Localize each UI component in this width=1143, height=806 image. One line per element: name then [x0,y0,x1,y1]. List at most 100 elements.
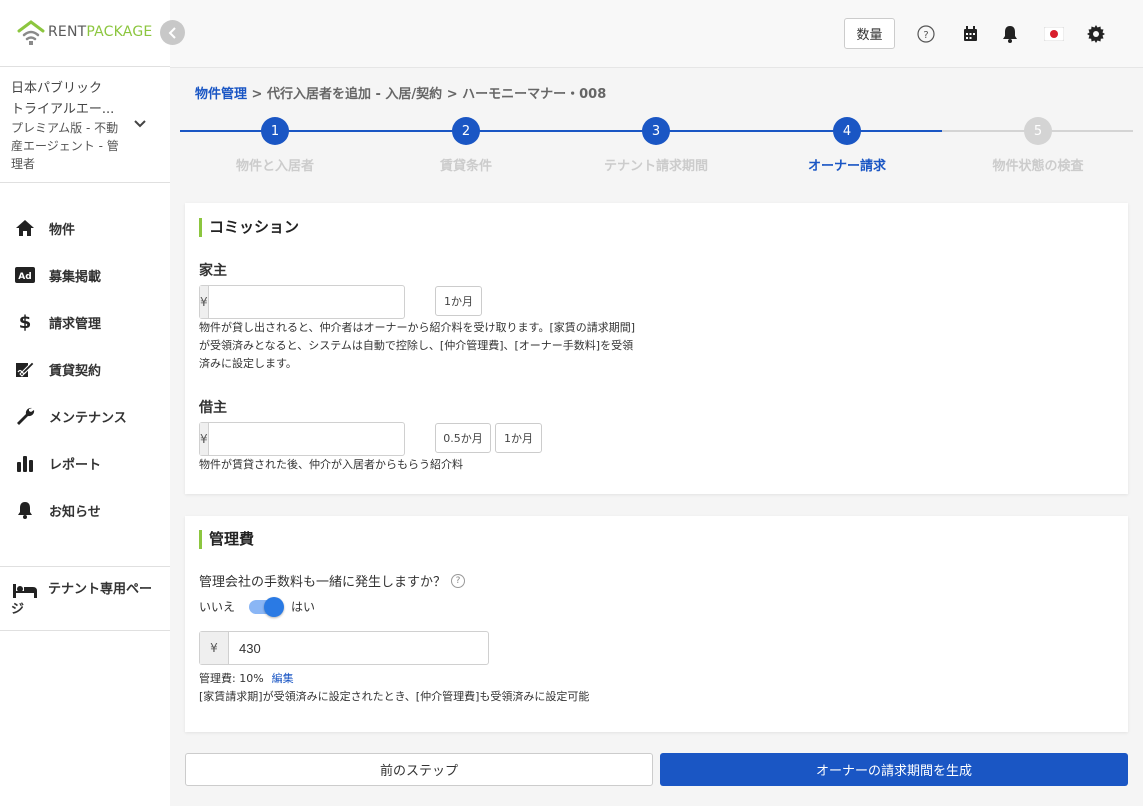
step-number: 5 [1024,117,1052,145]
sidebar-item-listings[interactable]: Ad 募集掲載 [0,260,170,290]
step-2[interactable]: 2 賃貸条件 [371,117,561,174]
sidebar-item-notifications[interactable]: お知らせ [0,495,170,525]
step-3[interactable]: 3 テナント請求期間 [561,117,751,174]
chevron-left-icon [168,26,176,39]
sidebar-item-tenant-page[interactable]: テナント専用ページ [0,566,170,631]
sidebar-item-contracts[interactable]: 賃貸契約 [0,354,170,384]
step-number: 2 [452,117,480,145]
progress-stepper: 1 物件と入居者 2 賃貸条件 3 テナント請求期間 4 オーナー請求 5 物件… [180,117,1133,177]
management-title: 管理費 [199,530,254,549]
tenant-page-label: テナント専用ページ [11,582,153,617]
edit-fee-link[interactable]: 編集 [272,672,294,685]
generate-owner-billing-button[interactable]: オーナーの請求期間を生成 [660,753,1128,786]
previous-step-button[interactable]: 前のステップ [185,753,653,786]
org-account: トライアルエー... [11,102,115,117]
management-fee-toggle[interactable] [249,596,285,617]
breadcrumb: 物件管理 > 代行入居者を追加 - 入居/契約 > ハーモニーマナー・008 [195,83,606,102]
contract-icon [14,359,36,379]
commission-card: コミッション 家主 ¥ 1か月 物件が貸し出されると、仲介者はオーナーから紹介料… [185,203,1128,494]
home-icon [14,218,36,238]
logo-wifi-house-icon [16,18,46,46]
landlord-commission-field[interactable]: ¥ [199,285,405,319]
step-number: 1 [261,117,289,145]
step-number: 3 [642,117,670,145]
logo-text: RENTPACKAGE [48,24,152,40]
collapse-sidebar-button[interactable] [160,20,185,45]
breadcrumb-mid: 代行入居者を追加 - 入居/契約 [266,87,443,102]
logo-package: PACKAGE [86,24,153,40]
sidebar-item-label: 物件 [49,222,76,238]
top-header: 数量 ? [170,0,1143,68]
step-label: 賃貸条件 [439,159,492,174]
org-switcher[interactable]: 日本パブリック トライアルエー... プレミアム版 - 不動産エージェント - … [0,66,170,183]
ad-icon: Ad [14,265,36,285]
breadcrumb-current: ハーモニーマナー・008 [462,87,607,102]
step-4[interactable]: 4 オーナー請求 [752,117,942,174]
help-icon[interactable]: ? [916,24,936,44]
management-question: 管理会社の手数料も一緒に発生しますか？ ? [199,571,466,590]
step-1[interactable]: 1 物件と入居者 [180,117,370,174]
sidebar-item-label: レポート [49,457,102,473]
wrench-icon [14,406,36,426]
toggle-yes-label: はい [291,600,316,614]
yen-prefix: ¥ [200,286,209,318]
svg-text:Ad: Ad [18,272,31,282]
sidebar-item-label: 請求管理 [49,316,102,332]
chevron-down-icon[interactable] [133,117,147,133]
landlord-label: 家主 [199,263,227,279]
yen-prefix: ¥ [200,632,229,664]
toggle-knob [264,596,285,617]
sidebar: RENTPACKAGE 日本パブリック トライアルエー... プレミアム版 - … [0,0,170,806]
tenant-label: 借主 [199,400,227,416]
step-label: 物件と入居者 [235,159,314,174]
step-number: 4 [833,117,861,145]
help-icon[interactable]: ? [451,573,466,588]
sidebar-item-label: お知らせ [49,504,101,520]
tenant-commission-field[interactable]: ¥ [199,422,405,456]
landlord-help-text: 物件が貸し出されると、仲介者はオーナーから紹介料を受け取ります。[家賃の請求期間… [199,321,636,370]
bell-icon[interactable] [1000,24,1020,44]
management-question-text: 管理会社の手数料も一緒に発生しますか？ [199,575,447,590]
sidebar-item-billing[interactable]: $ 請求管理 [0,307,170,337]
calendar-icon[interactable] [960,24,980,44]
sidebar-item-label: 募集掲載 [49,269,102,285]
sidebar-item-maintenance[interactable]: メンテナンス [0,401,170,431]
management-fee-input[interactable] [229,632,488,664]
tenant-help-text: 物件が賃貸された後、仲介が入居者からもらう紹介料 [199,458,463,471]
sidebar-item-properties[interactable]: 物件 [0,213,170,243]
toggle-no-label: いいえ [199,600,236,614]
tenant-1-month-chip[interactable]: 1か月 [495,423,542,453]
org-plan: プレミアム版 - 不動産エージェント - 管理者 [11,121,119,171]
step-label: テナント請求期間 [603,159,708,174]
fee-rate-text: 管理費: 10% [199,672,264,685]
sidebar-item-label: 賃貸契約 [49,363,102,379]
breadcrumb-sep: > [247,87,267,102]
quantity-button[interactable]: 数量 [844,18,895,49]
step-label: オーナー請求 [807,159,886,174]
sidebar-item-reports[interactable]: レポート [0,448,170,478]
step-5[interactable]: 5 物件状態の検査 [943,117,1133,174]
step-label: 物件状態の検査 [992,159,1084,174]
management-fee-field[interactable]: ¥ [199,631,489,665]
tenant-half-month-chip[interactable]: 0.5か月 [435,423,491,453]
breadcrumb-sep: > [442,87,463,102]
svg-text:?: ? [923,30,928,41]
org-name: 日本パブリック [11,81,103,96]
chart-icon [14,453,36,473]
management-fee-rate: 管理費: 10% 編集 [199,670,294,686]
bell-icon [14,500,36,520]
landlord-commission-input[interactable] [208,286,405,318]
landlord-1-month-chip[interactable]: 1か月 [435,286,482,316]
commission-title: コミッション [199,218,299,237]
logo[interactable]: RENTPACKAGE [16,18,152,46]
management-toggle-row: いいえ はい [199,596,316,617]
sidebar-item-label: メンテナンス [49,410,127,426]
japan-flag-icon[interactable] [1044,24,1064,44]
tenant-commission-input[interactable] [208,423,405,455]
dollar-icon: $ [18,311,32,333]
gear-icon[interactable] [1086,24,1106,44]
management-fee-note: [家賃請求期]が受領済みに設定されたとき、[仲介管理費]も受領済みに設定可能 [199,690,590,703]
breadcrumb-root-link[interactable]: 物件管理 [195,87,247,102]
logo-rent: RENT [48,24,87,40]
yen-prefix: ¥ [200,423,209,455]
